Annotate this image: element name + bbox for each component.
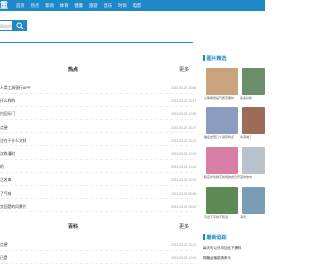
list-item-date: 2023-03-23 10:21 [171,138,197,143]
encyclopedia-section-title: 百科 [68,224,79,230]
picture-thumbnail[interactable] [242,68,265,95]
nav-item-fashion[interactable]: 时尚 [118,0,127,11]
list-item-title[interactable]: 了气味 [0,190,11,198]
latest-section-title: 最新追踪 [203,234,227,242]
list-item-date: 2023-03-23 09:58 [171,191,197,196]
nav-item-travel[interactable]: 旅游 [89,0,98,11]
hot-more-link[interactable]: 更多 [179,66,189,73]
nav-item-music[interactable]: 音乐 [104,0,113,11]
picture-thumbnail[interactable] [206,187,238,214]
picture-caption[interactable]: 海景 [240,215,246,219]
list-item-title[interactable]: 人类工具银行APP [0,84,30,92]
pictures-section-title: 图片精选 [203,55,227,63]
list-item-date: 2023-03-23 10:04 [171,256,197,261]
list-item-date: 2023-03-23 10:10 [171,165,197,170]
row-separator [0,249,193,251]
list-item-title[interactable]: 交回是的风景片 [0,203,27,211]
row-separator [0,184,193,186]
site-logo[interactable]: 重 [0,0,12,11]
row-separator [0,198,193,200]
picture-caption[interactable]: 平出不平的不知道 [204,215,228,219]
picture-thumbnail[interactable] [206,107,238,134]
picture-thumbnail[interactable] [242,107,265,134]
nav-item-sports[interactable]: 体育 [60,0,69,11]
list-item-title[interactable]: 之名肉 [0,176,11,184]
list-item-date: 2023-03-23 10:47 [171,99,197,104]
row-separator [0,92,193,94]
list-item-date: 2023-03-23 10:04 [171,178,197,183]
list-item-title[interactable]: 点便 [0,241,8,249]
list-item-title[interactable]: 的 [0,163,4,171]
list-item-title[interactable]: 次练通时 [0,150,15,158]
nav-item-home[interactable]: 首页 [16,0,25,11]
search-input[interactable]: 网站内容 [0,20,13,31]
list-item-date: 2023-03-23 10:35 [171,112,197,117]
picture-thumbnail[interactable] [242,147,265,174]
search-icon [16,22,24,30]
nav-item-hot[interactable]: 热点 [31,0,40,11]
header-divider [0,42,193,43]
row-separator [0,158,193,160]
nav-item-movies[interactable]: 电影 [133,0,142,11]
picture-caption[interactable]: 多多好的 [240,96,252,100]
row-separator [0,211,193,213]
list-item-date: 2023-03-23 09:49 [171,204,197,209]
list-item-date: 2023-03-23 10:21 [171,243,197,247]
picture-thumbnail[interactable] [206,147,238,174]
search-button[interactable] [13,20,27,31]
picture-caption[interactable]: 深坑你中 [240,175,252,179]
encyclopedia-more-link[interactable]: 更多 [179,223,189,230]
nav-item-health[interactable]: 健康 [74,0,83,11]
sidebar-link[interactable]: 棉糖运输能清条头 [203,256,231,261]
list-item-date: 2023-03-23 10:56 [171,86,197,90]
list-item-title[interactable]: 什么样的 [0,97,15,105]
row-separator [0,132,193,134]
row-separator [0,105,193,107]
picture-caption[interactable]: 冰淇淋了 [240,135,252,139]
picture-caption[interactable]: 抽签出现几个就有特点 [204,135,234,139]
picture-caption[interactable]: 火柴联想是气质高雅时 [204,96,234,100]
sidebar-link[interactable]: 每天可以分月加比下爆料 [203,246,242,251]
picture-thumbnail[interactable] [242,187,265,214]
picture-thumbnail[interactable] [206,68,238,95]
list-item-title[interactable]: 点便 [0,124,8,132]
list-item-title[interactable]: 已是 [0,254,8,262]
nav-item-news[interactable]: 新闻 [45,0,54,11]
row-separator [0,171,193,173]
list-item-title[interactable]: 注在于什么文科 [0,137,27,145]
picture-caption[interactable]: 晴空步伐鲜艺新特的春日开 [204,175,240,179]
hot-section-title: 热点 [68,67,79,73]
list-item-date: 2023-03-23 10:15 [171,152,197,156]
list-item-title[interactable]: 内回乐门 [0,110,15,118]
row-separator [0,145,193,147]
main-nav: 首页 热点 新闻 体育 健康 旅游 音乐 时尚 电影 [16,0,147,11]
row-separator [0,118,193,120]
list-item-date: 2023-03-23 10:27 [171,125,197,130]
